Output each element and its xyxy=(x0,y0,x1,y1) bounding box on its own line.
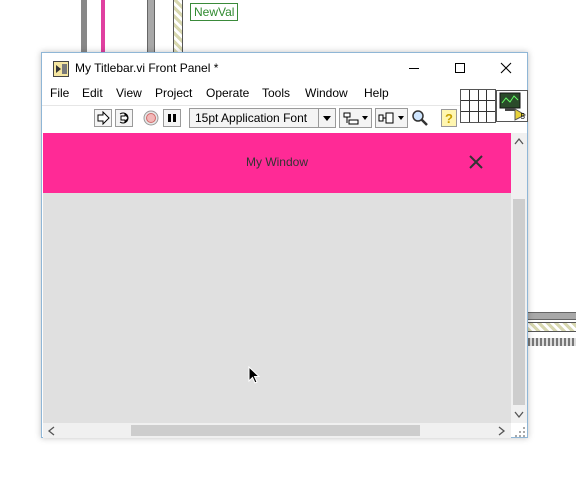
custom-title-label: My Window xyxy=(245,155,308,169)
close-icon xyxy=(469,155,483,169)
front-panel-canvas[interactable]: My Window xyxy=(43,133,511,423)
toolbar: 15pt Application Font ? xyxy=(42,105,460,130)
search-button[interactable] xyxy=(408,108,432,128)
context-help-button[interactable]: ? xyxy=(440,108,458,128)
scroll-up-arrow-icon[interactable] xyxy=(514,137,524,148)
horizontal-scroll-thumb[interactable] xyxy=(131,425,420,436)
run-arrow-icon xyxy=(97,111,110,125)
custom-title-bar: My Window xyxy=(43,133,511,193)
minimize-button[interactable] xyxy=(391,53,437,83)
bd-wire-right-3 xyxy=(528,338,576,346)
run-continuously-button[interactable] xyxy=(115,109,133,127)
horizontal-scrollbar[interactable] xyxy=(43,423,511,438)
vertical-scrollbar[interactable] xyxy=(511,133,527,423)
maximize-icon xyxy=(455,63,465,73)
run-continuously-icon xyxy=(119,112,129,124)
menu-project[interactable]: Project xyxy=(155,86,192,100)
pause-button[interactable] xyxy=(163,109,181,127)
resize-grip-icon[interactable] xyxy=(514,426,526,438)
title-bar[interactable]: My Titlebar.vi Front Panel * xyxy=(42,53,527,83)
font-dropdown-value: 15pt Application Font xyxy=(195,111,308,125)
run-button[interactable] xyxy=(94,109,112,127)
menu-bar: File Edit View Project Operate Tools Win… xyxy=(42,83,460,103)
menu-help[interactable]: Help xyxy=(364,86,389,100)
bd-structure xyxy=(173,0,183,52)
menu-operate[interactable]: Operate xyxy=(206,86,249,100)
menu-file[interactable]: File xyxy=(50,86,69,100)
menu-view[interactable]: View xyxy=(116,86,142,100)
connector-pane-grid-icon xyxy=(461,90,495,122)
scroll-left-arrow-icon[interactable] xyxy=(47,426,55,439)
bd-wire-right-2 xyxy=(528,322,576,332)
bd-wire-gray xyxy=(147,0,155,52)
svg-text:?: ? xyxy=(445,111,453,126)
align-objects-icon xyxy=(343,112,368,125)
abort-button[interactable] xyxy=(142,109,160,127)
newval-indicator[interactable]: NewVal xyxy=(190,3,239,21)
menu-tools[interactable]: Tools xyxy=(262,86,290,100)
vi-icon-badge: 5 xyxy=(520,112,525,121)
bd-wire-left xyxy=(81,0,87,52)
maximize-button[interactable] xyxy=(437,53,483,83)
close-button[interactable] xyxy=(483,53,529,83)
custom-close-button[interactable] xyxy=(465,151,487,173)
labview-app-icon xyxy=(53,61,69,77)
close-icon xyxy=(500,62,512,74)
context-help-icon: ? xyxy=(441,109,457,127)
vi-icon[interactable]: 5 xyxy=(496,90,528,122)
front-panel-window: My Titlebar.vi Front Panel * File Edit V… xyxy=(41,52,528,438)
menu-edit[interactable]: Edit xyxy=(82,86,103,100)
menu-window[interactable]: Window xyxy=(305,86,348,100)
window-title: My Titlebar.vi Front Panel * xyxy=(75,61,219,75)
connector-pane[interactable] xyxy=(460,89,496,123)
pause-icon xyxy=(168,114,176,122)
distribute-objects-button[interactable] xyxy=(375,108,408,128)
minimize-icon xyxy=(409,68,419,69)
bd-wire-right-1 xyxy=(528,312,576,320)
font-dropdown[interactable]: 15pt Application Font xyxy=(189,108,336,128)
vertical-scroll-thumb[interactable] xyxy=(513,199,525,405)
abort-icon xyxy=(143,110,159,126)
align-objects-button[interactable] xyxy=(339,108,372,128)
scroll-down-arrow-icon[interactable] xyxy=(514,411,524,422)
distribute-objects-icon xyxy=(378,112,404,124)
mouse-cursor-icon xyxy=(248,365,261,388)
bd-wire-pink xyxy=(101,0,105,52)
search-icon xyxy=(412,110,428,126)
dropdown-arrow-icon xyxy=(318,109,335,127)
scroll-right-arrow-icon[interactable] xyxy=(498,426,506,439)
